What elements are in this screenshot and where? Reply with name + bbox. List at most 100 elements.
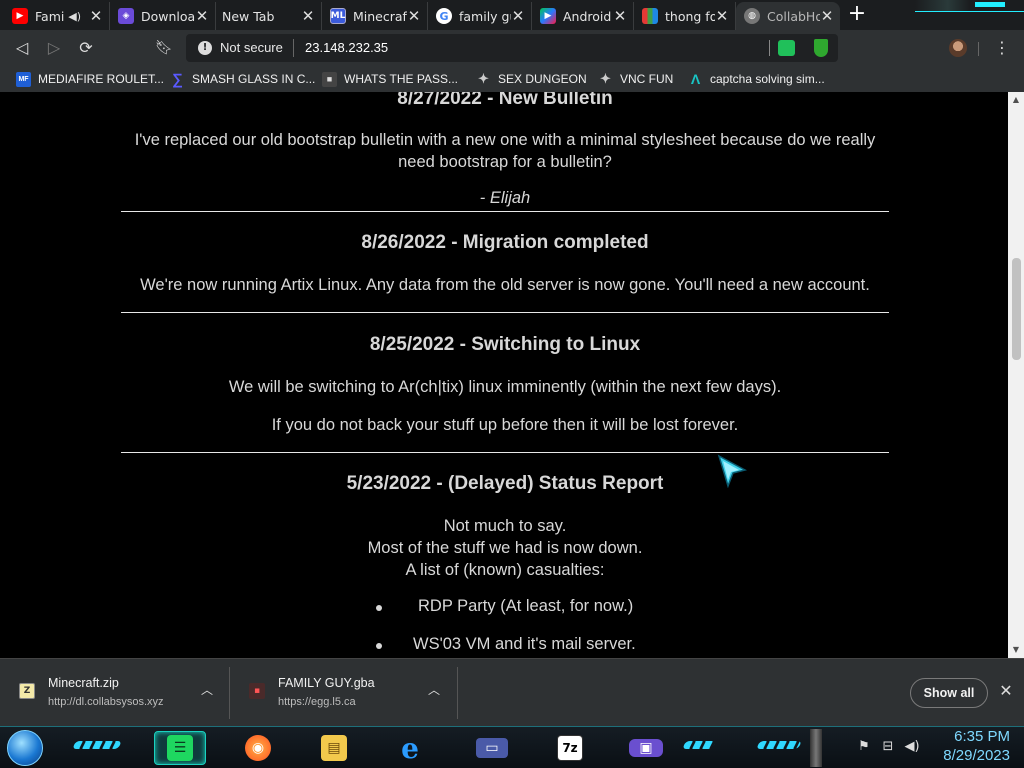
- back-icon[interactable]: ◁: [12, 38, 32, 58]
- shield-icon[interactable]: [814, 39, 828, 57]
- tab-title: Android: [563, 8, 612, 24]
- theme-decoration: [72, 741, 122, 749]
- scroll-thumb[interactable]: [1012, 258, 1021, 360]
- close-tab-icon[interactable]: ✕: [89, 7, 103, 25]
- show-all-button[interactable]: Show all: [910, 678, 988, 708]
- bookmarks-bar: MF MEDIAFIRE ROULET... ∑ SMASH GLASS IN …: [0, 66, 1024, 92]
- volume-icon[interactable]: ◀): [904, 739, 920, 755]
- scroll-down-icon[interactable]: ▼: [1008, 642, 1024, 658]
- download-shelf: Z Minecraft.zip http://dl.collabsysos.xy…: [0, 658, 1024, 726]
- post-body: A list of (known) casualties:: [405, 561, 605, 579]
- tab-strip: ▶ Fami ◀) ✕ ◈ Downloa ✕ New Tab ✕ ML Min…: [0, 0, 1024, 30]
- tab-title: Downloa: [141, 8, 195, 24]
- security-label[interactable]: Not secure: [220, 40, 283, 55]
- post-signature: - Elijah: [479, 189, 531, 207]
- tab-download[interactable]: ◈ Downloa ✕: [110, 2, 216, 30]
- vnc-icon: ✦: [600, 71, 611, 86]
- network-icon[interactable]: ⊟: [880, 739, 896, 755]
- tab-title: thong fo: [665, 8, 715, 24]
- post-heading: 5/23/2022 - (Delayed) Status Report: [346, 473, 664, 494]
- info-icon[interactable]: !: [198, 41, 212, 55]
- close-tab-icon[interactable]: ✕: [511, 7, 525, 25]
- close-tab-icon[interactable]: ✕: [195, 7, 209, 25]
- tab-collabhost[interactable]: ◍ CollabHo ✕: [736, 2, 840, 30]
- page-content: 8/27/2022 - New Bulletin I've replaced o…: [0, 92, 1008, 658]
- bookmark-whats-the-pass[interactable]: ■ WHATS THE PASS...: [322, 70, 458, 88]
- close-tab-icon[interactable]: ✕: [820, 7, 834, 25]
- download-filename: Minecraft.zip: [48, 676, 119, 690]
- google-icon: G: [436, 8, 452, 24]
- post-body: We're now running Artix Linux. Any data …: [140, 276, 870, 294]
- forward-icon[interactable]: ▷: [44, 38, 64, 58]
- tab-android[interactable]: ▶ Android ✕: [532, 2, 634, 30]
- reload-icon[interactable]: ⟳: [76, 38, 96, 58]
- taskbar-app-document[interactable]: ☰: [154, 731, 206, 765]
- clock-time[interactable]: 6:35 PM: [934, 728, 1010, 745]
- captcha-icon: Λ: [690, 71, 701, 87]
- avatar[interactable]: [949, 39, 967, 57]
- globe-icon: ◍: [744, 8, 760, 24]
- tab-youtube[interactable]: ▶ Fami ◀) ✕: [4, 2, 110, 30]
- bookmark-captcha[interactable]: Λ captcha solving sim...: [688, 70, 825, 88]
- post-heading: 8/27/2022 - New Bulletin: [397, 92, 613, 109]
- tab-thong[interactable]: thong fo ✕: [634, 2, 736, 30]
- flag-icon[interactable]: ⚑: [856, 739, 872, 755]
- chevron-up-icon[interactable]: ︿: [200, 681, 214, 697]
- bookmark-label: MEDIAFIRE ROULET...: [38, 72, 165, 86]
- download-item[interactable]: Z Minecraft.zip http://dl.collabsysos.xy…: [0, 659, 230, 725]
- address-bar[interactable]: ! Not secure 23.148.232.35: [186, 34, 838, 62]
- speaker-icon[interactable]: ◀): [68, 10, 81, 23]
- extension-icon[interactable]: [778, 40, 795, 56]
- taskbar-app-7zip[interactable]: 7z: [544, 731, 596, 765]
- bookmark-label: captcha solving sim...: [710, 72, 825, 86]
- tab-title: Fami: [35, 8, 65, 24]
- smash-icon: ∑: [172, 70, 183, 88]
- tab-minecraft[interactable]: ML Minecraf ✕: [322, 2, 428, 30]
- close-tab-icon[interactable]: ✕: [407, 7, 421, 25]
- close-tab-icon[interactable]: ✕: [715, 7, 729, 25]
- post-heading: 8/26/2022 - Migration completed: [361, 232, 649, 253]
- divider: [121, 452, 889, 453]
- bookmark-mediafire[interactable]: MF MEDIAFIRE ROULET...: [16, 70, 164, 88]
- chevron-up-icon[interactable]: ︿: [427, 681, 441, 697]
- 7zip-icon: 7z: [557, 735, 583, 761]
- taskbar-app-explorer[interactable]: ▤: [308, 731, 360, 765]
- document-app-icon: ☰: [167, 735, 193, 761]
- tab-family-guy-search[interactable]: G family gu ✕: [428, 2, 532, 30]
- close-tab-icon[interactable]: ✕: [301, 7, 315, 25]
- bookmark-label: WHATS THE PASS...: [344, 72, 459, 86]
- bookmark-sex-dungeon[interactable]: ✦ SEX DUNGEON: [476, 70, 587, 88]
- bookmark-vnc-fun[interactable]: ✦ VNC FUN: [598, 70, 673, 88]
- bookmark-label: SEX DUNGEON: [498, 72, 587, 86]
- taskbar-app-gameboy[interactable]: ▣: [620, 731, 672, 765]
- divider: [121, 312, 889, 313]
- google-play-icon: ▶: [540, 8, 556, 24]
- firefox-icon: ◉: [245, 735, 271, 761]
- browser-toolbar: ◁ ▷ ⟳ 🔖︎ ! Not secure 23.148.232.35 ⋮: [0, 30, 1024, 66]
- taskbar-app-internet-explorer[interactable]: e: [384, 731, 436, 765]
- bookmark-icon[interactable]: 🔖︎: [154, 38, 174, 58]
- taskbar-app-card[interactable]: ▭: [466, 731, 518, 765]
- menu-icon[interactable]: ⋮: [992, 38, 1012, 58]
- start-button[interactable]: [7, 730, 43, 766]
- close-tab-icon[interactable]: ✕: [613, 7, 627, 25]
- post-body: Most of the stuff we had is now down.: [367, 539, 643, 557]
- download-source: http://dl.collabsysos.xyz: [48, 696, 164, 708]
- download-item[interactable]: ▪ FAMILY GUY.gba https://egg.l5.ca ︿: [230, 659, 458, 725]
- post-body: We will be switching to Ar(ch|tix) linux…: [228, 378, 782, 396]
- bookmark-smash-glass[interactable]: ∑ SMASH GLASS IN C...: [170, 70, 315, 88]
- post-body: Not much to say.: [443, 517, 567, 535]
- new-tab-button[interactable]: +: [846, 3, 868, 26]
- url-text[interactable]: 23.148.232.35: [305, 40, 388, 55]
- clock-date[interactable]: 8/29/2023: [930, 747, 1010, 764]
- theme-decoration: [682, 741, 716, 749]
- post-body: need bootstrap for a bulletin?: [398, 153, 612, 171]
- ml-icon: ML: [330, 8, 346, 24]
- scroll-up-icon[interactable]: ▲: [1008, 92, 1024, 108]
- scrollbar[interactable]: ▲ ▼: [1008, 92, 1024, 658]
- ie-icon: e: [401, 731, 419, 765]
- divider: [978, 42, 979, 56]
- taskbar-app-firefox[interactable]: ◉: [232, 731, 284, 765]
- close-icon[interactable]: ✕: [998, 683, 1014, 699]
- tab-new-tab[interactable]: New Tab ✕: [216, 2, 322, 30]
